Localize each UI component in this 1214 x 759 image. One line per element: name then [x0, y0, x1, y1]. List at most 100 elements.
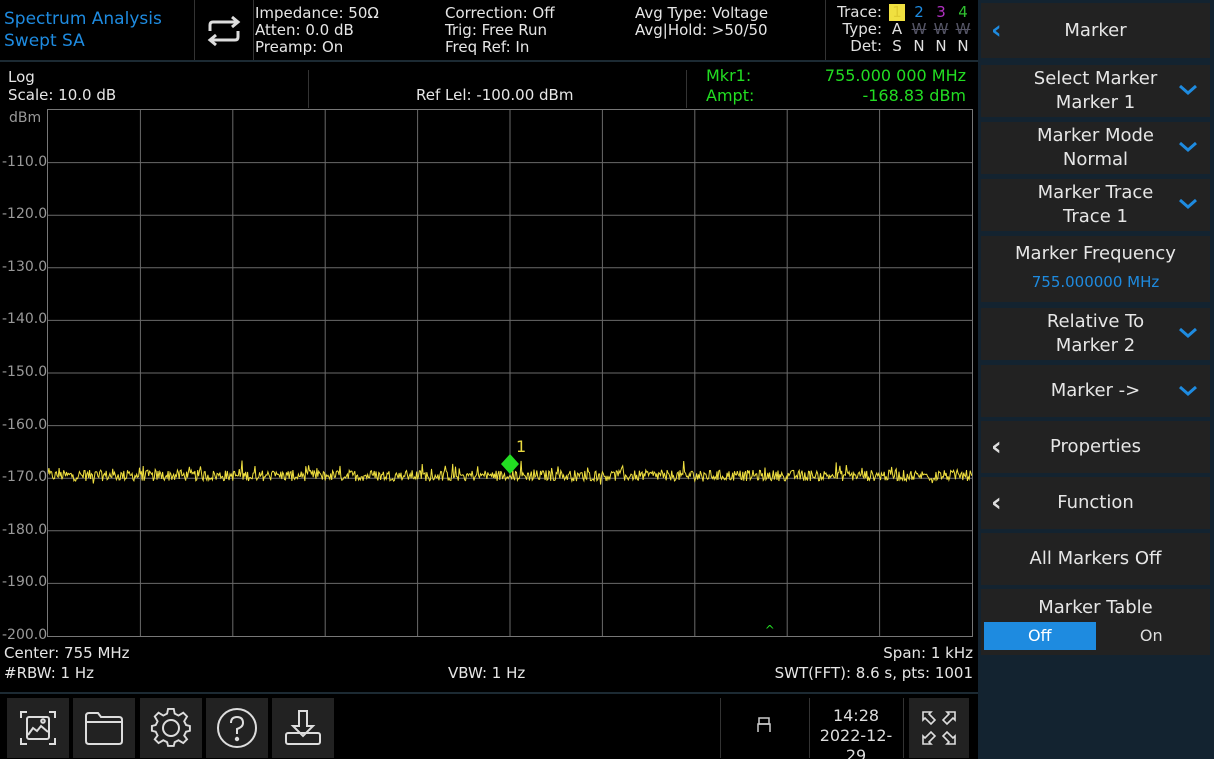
atten-text: Atten: 0.0 dB: [255, 21, 354, 39]
back-icon[interactable]: ‹: [991, 3, 1002, 58]
marker-label: Mkr1:: [706, 66, 752, 85]
divider: [253, 0, 254, 60]
ampt-label: Ampt:: [706, 86, 755, 105]
trace-4-type: W: [955, 20, 971, 38]
trace-status[interactable]: Trace: 1 2 3 4 Type: A W W W Det: S N N …: [826, 4, 974, 55]
softkey-label: Properties: [1050, 436, 1141, 457]
softkey-value: Marker 1: [1055, 92, 1136, 113]
all-markers-off-button[interactable]: All Markers Off: [981, 533, 1210, 585]
marker-to-button[interactable]: Marker ->: [981, 365, 1210, 417]
y-tick-label: -130.0: [2, 258, 48, 275]
trace-label: Trace:: [837, 3, 882, 21]
marker-label: 1: [516, 437, 526, 456]
marker-trace-button[interactable]: Marker Trace Trace 1: [981, 179, 1210, 231]
trigger-text: Trig: Free Run: [445, 21, 547, 39]
trace-3-indicator[interactable]: 3: [930, 4, 952, 21]
screenshot-button[interactable]: [7, 698, 69, 758]
softkey-value: Marker 2: [1055, 335, 1136, 356]
trigger-settings[interactable]: Correction: Off Trig: Free Run Freq Ref:…: [445, 5, 555, 56]
rbw-value[interactable]: #RBW: 1 Hz: [4, 664, 94, 682]
scale-info[interactable]: Log Scale: 10.0 dB: [8, 68, 116, 104]
spectrum-graph[interactable]: 1 ^: [47, 109, 973, 637]
impedance-text: Impedance: 50Ω: [255, 4, 379, 22]
bottom-toolbar: 14:28 2022-12-29: [0, 692, 978, 759]
trace-4-det: N: [957, 37, 969, 55]
det-label: Det:: [850, 37, 882, 55]
marker-1[interactable]: 1: [501, 437, 526, 475]
marker-readout-labels: Mkr1: Ampt:: [706, 66, 754, 106]
softkey-label: Function: [1057, 492, 1134, 513]
y-tick-label: -180.0: [2, 521, 48, 538]
y-tick-label: -190.0: [2, 574, 48, 591]
y-axis-unit: dBm: [9, 110, 42, 126]
off-screen-marker-caret: ^: [765, 623, 775, 636]
settings-button[interactable]: [140, 698, 202, 758]
marker-table-off-option[interactable]: Off: [984, 622, 1096, 650]
input-settings[interactable]: Impedance: 50Ω Atten: 0.0 dB Preamp: On: [255, 5, 379, 56]
swap-arrows-icon: [207, 15, 241, 47]
span-value[interactable]: Span: 1 kHz: [883, 644, 973, 662]
chevron-down-icon: [1178, 322, 1198, 346]
download-icon: [285, 710, 321, 745]
average-settings[interactable]: Avg Type: Voltage Avg|Hold: >50/50: [635, 5, 768, 39]
divider: [903, 698, 904, 758]
center-frequency[interactable]: Center: 755 MHz: [4, 644, 130, 662]
trace-3-det: N: [935, 37, 947, 55]
marker-frequency-button[interactable]: Marker Frequency 755.000000 MHz: [981, 236, 1210, 302]
trace-2-det: N: [913, 37, 925, 55]
chevron-left-icon: ‹: [991, 488, 1002, 518]
select-marker-button[interactable]: Select Marker Marker 1: [981, 65, 1210, 117]
gear-icon: [150, 707, 191, 747]
scale-value: Scale: 10.0 dB: [8, 86, 117, 104]
softkey-label: Marker Trace: [1037, 182, 1154, 203]
chevron-down-icon: [1178, 136, 1198, 160]
sweep-time[interactable]: SWT(FFT): 8.6 s, pts: 1001: [775, 664, 973, 682]
swap-button[interactable]: [200, 10, 248, 52]
y-tick-label: -110.0: [2, 153, 48, 170]
relative-to-button[interactable]: Relative To Marker 2: [981, 308, 1210, 360]
softkey-label: Marker ->: [1050, 380, 1141, 401]
folder-icon: [85, 712, 123, 745]
divider: [308, 70, 309, 108]
help-button[interactable]: [206, 698, 268, 758]
trace-1-indicator[interactable]: 1: [889, 4, 905, 21]
trace-4-indicator[interactable]: 4: [952, 4, 974, 21]
file-button[interactable]: [73, 698, 135, 758]
y-tick-label: -140.0: [2, 311, 48, 328]
usb-status: [756, 716, 772, 738]
properties-button[interactable]: ‹ Properties: [981, 421, 1210, 473]
marker-table-on-option[interactable]: On: [1096, 622, 1208, 650]
softkey-label: Relative To: [1046, 311, 1145, 332]
divider: [720, 698, 721, 758]
softkey-label: Marker Frequency: [1015, 243, 1176, 264]
usb-icon: [757, 717, 771, 732]
fullscreen-button[interactable]: [909, 698, 969, 758]
marker-mode-button[interactable]: Marker Mode Normal: [981, 122, 1210, 174]
y-tick-label: -160.0: [2, 416, 48, 433]
softkey-label: All Markers Off: [1029, 548, 1162, 569]
marker-diamond-icon: [501, 454, 519, 475]
chevron-left-icon: ‹: [991, 432, 1002, 462]
expand-icon: [922, 711, 956, 745]
marker-frequency-input[interactable]: 755.000000 MHz: [981, 270, 1210, 294]
y-tick-label: -170.0: [2, 469, 48, 486]
avg-hold-text: Avg|Hold: >50/50: [635, 21, 768, 39]
submode-name: Swept SA: [4, 31, 85, 51]
softkey-value: Trace 1: [1063, 206, 1128, 227]
mode-title[interactable]: Spectrum Analysis Swept SA: [4, 8, 162, 52]
freq-ref-text: Freq Ref: In: [445, 38, 530, 56]
y-tick-label: -200.0: [2, 627, 48, 643]
divider: [194, 0, 195, 60]
preamp-text: Preamp: On: [255, 38, 344, 56]
save-button[interactable]: [272, 698, 334, 758]
ref-level[interactable]: Ref Lel: -100.00 dBm: [416, 86, 573, 104]
clock-time: 14:28: [832, 706, 880, 725]
help-icon: [217, 708, 257, 748]
vbw-value[interactable]: VBW: 1 Hz: [448, 664, 525, 682]
marker-menu-header[interactable]: ‹ Marker: [981, 3, 1210, 58]
chevron-down-icon: [1178, 193, 1198, 217]
trace-1-det: S: [892, 37, 902, 55]
trace-2-indicator[interactable]: 2: [908, 4, 930, 21]
spectrum-plot: 1^: [48, 110, 972, 636]
function-button[interactable]: ‹ Function: [981, 477, 1210, 529]
